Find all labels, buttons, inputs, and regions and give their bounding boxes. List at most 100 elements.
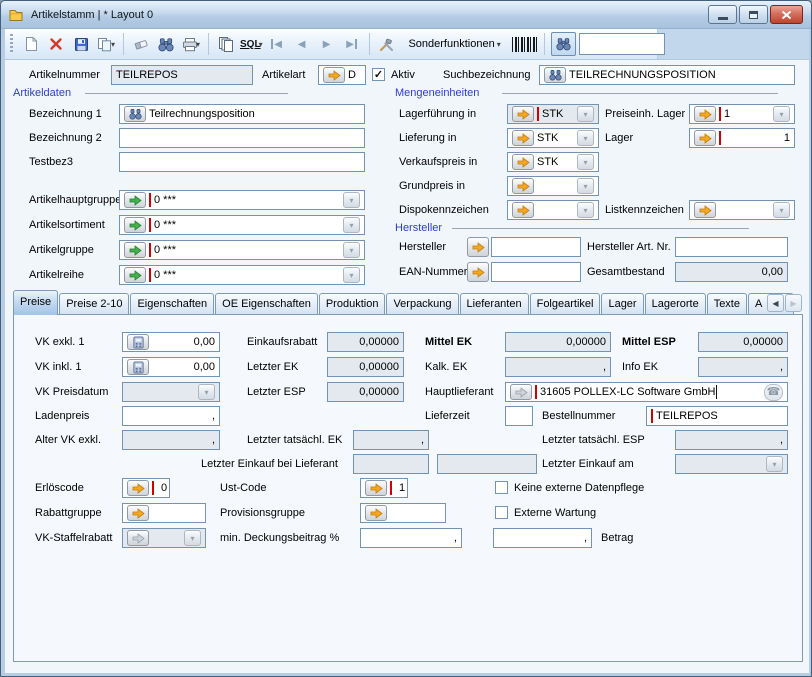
dropdown-button[interactable]: ▾ (577, 178, 594, 194)
ust-code-field[interactable]: 1 (360, 478, 408, 498)
lagerfuehrung-lookup-button[interactable] (512, 106, 534, 122)
listkennzeichen-combo[interactable]: ▾ (689, 200, 795, 220)
artikelhauptgruppe-combo[interactable]: 0 *** ▾ (119, 190, 365, 210)
erloescode-field[interactable]: 0 (122, 478, 170, 498)
dispokennzeichen-combo[interactable]: ▾ (507, 200, 599, 220)
hersteller-lookup-button[interactable] (467, 237, 489, 257)
externe-wartung-checkbox[interactable] (495, 506, 508, 519)
copy-record-button[interactable]: ▾ (95, 32, 117, 56)
artikelgruppe-goto-button[interactable] (124, 242, 146, 258)
tab-preise[interactable]: Preise (13, 290, 58, 315)
barcode-button[interactable] (512, 32, 538, 56)
close-button[interactable] (770, 5, 803, 24)
first-record-button[interactable]: ◀ (266, 32, 288, 56)
print-button[interactable]: ▾ (180, 32, 202, 56)
dropdown-button[interactable]: ▾ (577, 202, 594, 218)
new-record-button[interactable] (20, 32, 42, 56)
clear-button[interactable] (130, 32, 152, 56)
min-deckungsbeitrag-field[interactable]: , (360, 528, 462, 548)
artikelgruppe-combo[interactable]: 0 *** ▾ (119, 240, 365, 260)
tab-lieferanten[interactable]: Lieferanten (460, 293, 529, 315)
hauptlieferant-field[interactable]: 31605 POLLEX-LC Software GmbH ☎ (505, 382, 788, 402)
toolbar-grip[interactable] (10, 34, 13, 54)
special-tools-button[interactable] (376, 32, 398, 56)
maximize-button[interactable] (739, 5, 768, 24)
title-bar[interactable]: Artikelstamm | * Layout 0 (1, 1, 811, 29)
artikelreihe-goto-button[interactable] (124, 267, 146, 283)
next-record-button[interactable]: ▶ (316, 32, 338, 56)
betrag-field[interactable]: , (493, 528, 592, 548)
rabattgruppe-field[interactable] (122, 503, 206, 523)
sonderfunktionen-dropdown-caret[interactable]: ▾ (497, 40, 501, 49)
tab-texte[interactable]: Texte (707, 293, 747, 315)
dropdown-button[interactable]: ▾ (343, 192, 360, 208)
grundpreis-combo[interactable]: ▾ (507, 176, 599, 196)
verkaufspreis-lookup-button[interactable] (512, 154, 534, 170)
provisionsgruppe-lookup-button[interactable] (365, 505, 387, 521)
tab-produktion[interactable]: Produktion (319, 293, 386, 315)
tab-lager[interactable]: Lager (601, 293, 643, 315)
dispokennzeichen-lookup-button[interactable] (512, 202, 534, 218)
lieferung-lookup-button[interactable] (512, 130, 534, 146)
dropdown-button[interactable]: ▾ (184, 530, 201, 546)
artikelart-lookup-button[interactable] (323, 67, 345, 83)
quick-search-input[interactable] (579, 33, 665, 55)
ust-code-lookup-button[interactable] (365, 480, 387, 496)
vk-inkl-field[interactable]: 0,00 (122, 357, 220, 377)
hersteller-field[interactable] (491, 237, 581, 257)
artikelreihe-combo[interactable]: 0 *** ▾ (119, 265, 365, 285)
artikelhauptgruppe-goto-button[interactable] (124, 192, 146, 208)
ean-lookup-button[interactable] (467, 262, 489, 282)
search-button[interactable] (155, 32, 177, 56)
dropdown-button[interactable]: ▾ (773, 202, 790, 218)
vk-exkl-calculator-button[interactable] (127, 334, 149, 350)
preiseinh-lookup-button[interactable] (694, 106, 716, 122)
pages-button[interactable] (215, 32, 237, 56)
vk-exkl-field[interactable]: 0,00 (122, 332, 220, 352)
lieferzeit-field[interactable] (505, 406, 533, 426)
erloescode-lookup-button[interactable] (127, 480, 149, 496)
artikelsortiment-goto-button[interactable] (124, 217, 146, 233)
verkaufspreis-combo[interactable]: STK ▾ (507, 152, 599, 172)
hauptlieferant-goto-button[interactable] (510, 384, 532, 400)
phone-button[interactable]: ☎ (764, 384, 783, 401)
artikelart-field[interactable]: D (318, 65, 366, 85)
artikelsortiment-combo[interactable]: 0 *** ▾ (119, 215, 365, 235)
tab-preise-2-10[interactable]: Preise 2-10 (59, 293, 129, 315)
listkennzeichen-lookup-button[interactable] (694, 202, 716, 218)
sql-button[interactable]: SQL ▾ (240, 32, 263, 56)
bezeichnung1-field[interactable]: Teilrechnungsposition (119, 104, 365, 124)
ean-nummer-field[interactable] (491, 262, 581, 282)
sql-dropdown-caret[interactable]: ▾ (259, 40, 263, 49)
delete-button[interactable] (45, 32, 67, 56)
dropdown-button[interactable]: ▾ (343, 217, 360, 233)
tab-scroll-left-button[interactable]: ◀ (767, 294, 784, 312)
hersteller-artnr-field[interactable] (675, 237, 788, 257)
quick-search-button[interactable] (551, 32, 576, 56)
tab-lagerorte[interactable]: Lagerorte (645, 293, 706, 315)
sonderfunktionen-button[interactable]: Sonderfunktionen ▾ (401, 32, 509, 56)
lager-lookup-button[interactable] (694, 130, 716, 146)
dropdown-button[interactable]: ▾ (766, 456, 783, 472)
previous-record-button[interactable]: ◀ (291, 32, 313, 56)
copy-dropdown-caret[interactable]: ▾ (111, 40, 115, 49)
tab-scroll-right-button[interactable]: ▶ (785, 294, 802, 312)
tab-verpackung[interactable]: Verpackung (386, 293, 458, 315)
dropdown-button[interactable]: ▾ (773, 106, 790, 122)
minimize-button[interactable] (708, 5, 737, 24)
dropdown-button[interactable]: ▾ (343, 267, 360, 283)
lager-field[interactable]: 1 (689, 128, 795, 148)
bezeichnung1-search-button[interactable] (124, 106, 146, 122)
bestellnummer-field[interactable]: TEILREPOS (646, 406, 788, 426)
suchbezeichnung-field[interactable]: TEILRECHNUNGSPOSITION (539, 65, 795, 85)
save-button[interactable] (70, 32, 92, 56)
preiseinh-combo[interactable]: 1 ▾ (689, 104, 795, 124)
dropdown-button[interactable]: ▾ (343, 242, 360, 258)
dropdown-button[interactable]: ▾ (198, 384, 215, 400)
dropdown-button[interactable]: ▾ (577, 130, 594, 146)
vk-staffelrabatt-lookup-button[interactable] (127, 530, 149, 546)
grundpreis-lookup-button[interactable] (512, 178, 534, 194)
dropdown-button[interactable]: ▾ (577, 106, 594, 122)
suchbezeichnung-search-button[interactable] (544, 67, 566, 83)
dropdown-button[interactable]: ▾ (577, 154, 594, 170)
